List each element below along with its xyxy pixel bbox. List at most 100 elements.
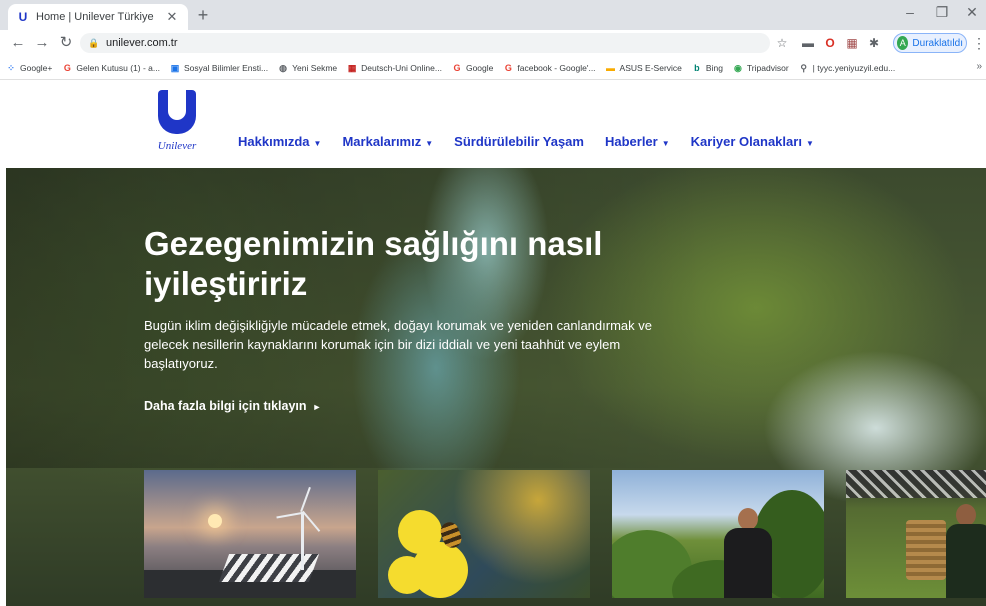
turbine-blade — [276, 512, 303, 519]
card-tea-farmer[interactable] — [612, 470, 824, 598]
bookmark-item[interactable]: ▣ Sosyal Bilimler Ensti... — [170, 63, 268, 73]
nav-item[interactable]: Hakkımızda ▼ — [238, 134, 321, 149]
bookmark-item[interactable]: ◍ Yeni Sekme — [278, 63, 337, 73]
bookmark-label: Sosyal Bilimler Ensti... — [184, 62, 269, 73]
grid-icon: ▦ — [347, 62, 357, 73]
hero-description: Bugün iklim değişikliğiyle mücadele etme… — [144, 318, 652, 371]
profile-button[interactable]: A Duraklatıldı — [893, 33, 967, 53]
learn-more-link[interactable]: Daha fazla bilgi için tıklayın ► — [144, 399, 321, 413]
hero-title: Gezegenimizin sağlığını nasıl iyileştiri… — [144, 225, 603, 302]
tab-title: Home | Unilever Türkiye — [36, 11, 154, 23]
play-arrow-icon: ► — [312, 402, 322, 412]
opera-icon[interactable]: O — [822, 35, 838, 51]
unilever-favicon-icon: U — [18, 10, 28, 24]
bookmark-label: Bing — [705, 62, 723, 73]
nav-item[interactable]: Kariyer Olanakları ▼ — [691, 134, 814, 149]
bookmark-label: facebook - Google'... — [517, 62, 596, 73]
extension-icon[interactable]: ▬ — [800, 35, 816, 51]
new-tab-icon[interactable]: + — [193, 6, 213, 26]
more-bookmarks-icon[interactable]: » — [976, 61, 982, 72]
bookmark-item[interactable]: G Gelen Kutusu (1) - a... — [62, 63, 160, 73]
nav-item-label: Markalarımız — [342, 134, 422, 149]
avatar: A — [897, 36, 909, 50]
close-icon[interactable]: ✕ — [164, 9, 180, 25]
head-shape — [738, 508, 758, 530]
menu-icon[interactable]: ⋮ — [972, 35, 986, 52]
back-icon[interactable]: ← — [8, 34, 28, 52]
restore-icon[interactable]: ❐ — [930, 4, 954, 21]
bookmark-label: Google+ — [20, 62, 53, 73]
url-text: unilever.com.tr — [106, 37, 178, 49]
farmer-figure — [720, 508, 776, 598]
caret-down-icon: ▼ — [425, 139, 434, 148]
bookmark-item[interactable]: ⚲ | tyyc.yeniyuzyil.edu... — [799, 62, 896, 73]
bookmark-item[interactable]: G Google — [452, 63, 493, 73]
solar-panels-shape — [218, 554, 320, 582]
bookmark-item[interactable]: b Bing — [692, 63, 723, 73]
globe-icon: ◍ — [279, 62, 288, 73]
nav-item-label: Sürdürülebilir Yaşam — [454, 134, 584, 149]
nav-item-label: Haberler — [604, 134, 658, 149]
puzzle-icon[interactable]: ✱ — [866, 35, 882, 51]
apps-icon: ⁘ — [7, 62, 15, 73]
nav-item[interactable]: Haberler ▼ — [605, 134, 670, 149]
link-icon: ⚲ — [800, 62, 807, 73]
bookmark-item[interactable]: ⁘ Google+ — [6, 63, 52, 73]
nav-item[interactable]: Markalarımız ▼ — [342, 134, 433, 149]
star-icon[interactable]: ☆ — [774, 35, 790, 51]
flower-shape — [388, 556, 426, 594]
browser-tab[interactable]: U Home | Unilever Türkiye ✕ — [8, 4, 188, 30]
owl-icon: ◉ — [733, 62, 742, 73]
bookmark-label: Yeni Sekme — [292, 62, 338, 73]
nav-item-label: Hakkımızda — [238, 134, 310, 149]
body-shape — [724, 528, 772, 598]
forward-icon[interactable]: → — [32, 34, 52, 52]
hero-banner: Gezegenimizin sağlığını nasıl iyileştiri… — [6, 168, 986, 606]
google-icon: G — [453, 62, 461, 73]
minimize-icon[interactable]: – — [898, 4, 922, 20]
google-icon: G — [504, 62, 512, 73]
bookmark-icon: ▣ — [170, 62, 180, 73]
nav-item[interactable]: Sürdürülebilir Yaşam — [454, 134, 584, 149]
bookmark-label: Tripadvisor — [746, 62, 789, 73]
body-shape — [946, 524, 986, 598]
card-wind-energy[interactable] — [144, 470, 356, 598]
folder-icon: ▬ — [606, 62, 616, 73]
bookmark-item[interactable]: ▬ ASUS E-Service — [606, 63, 682, 73]
learn-more-label: Daha fazla bilgi için tıklayın — [144, 399, 307, 413]
caret-down-icon: ▼ — [661, 139, 670, 148]
card-bee-flower[interactable] — [378, 470, 590, 598]
bookmark-item[interactable]: Gfacebook - Google'... — [503, 62, 596, 73]
address-bar[interactable]: 🔒 unilever.com.tr — [80, 33, 770, 53]
extension-2-icon[interactable]: ▦ — [844, 35, 860, 51]
browser-tab-bar: U Home | Unilever Türkiye ✕ + – ❐ ✕ — [0, 0, 986, 30]
bookmark-label: Gelen Kutusu (1) - a... — [76, 62, 160, 73]
bookmark-item[interactable]: ◉ Tripadvisor — [733, 63, 789, 73]
wind-turbine-icon — [301, 512, 304, 570]
unilever-logo[interactable]: Unilever — [152, 90, 202, 158]
logo-text: Unilever — [157, 140, 197, 152]
card-tea-picker[interactable] — [846, 470, 986, 598]
bookmark-label: ASUS E-Service — [619, 62, 682, 73]
caret-down-icon: ▼ — [805, 139, 814, 148]
unilever-logo-mark-icon — [158, 90, 196, 134]
lock-icon: 🔒 — [88, 38, 100, 48]
head-shape — [956, 504, 976, 526]
turbine-blade — [300, 486, 311, 512]
basket-shape — [906, 520, 946, 580]
picker-figure — [942, 500, 986, 598]
turbine-blade — [302, 510, 321, 532]
browser-toolbar: ← → ↻ 🔒 unilever.com.tr ☆ ▬ O ▦ ✱ A Dura… — [0, 30, 986, 56]
sun-shape — [208, 514, 222, 528]
google-icon: G — [63, 62, 71, 73]
fence-shape — [846, 470, 986, 498]
bookmark-label: Deutsch-Uni Online... — [361, 62, 442, 73]
bookmark-item[interactable]: ▦ Deutsch-Uni Online... — [347, 63, 442, 73]
main-nav: Hakkımızda ▼ Markalarımız ▼ Sürdürülebilir Y… — [238, 134, 835, 149]
site-header: Unilever Hakkımızda ▼ Markalarımız ▼ Sürdürü… — [0, 80, 986, 168]
caret-down-icon: ▼ — [313, 139, 322, 148]
window-close-icon[interactable]: ✕ — [960, 4, 984, 21]
bookmark-label: Google — [465, 62, 494, 73]
reload-icon[interactable]: ↻ — [56, 34, 76, 52]
bookmark-label: | tyyc.yeniyuzyil.edu... — [812, 62, 896, 73]
